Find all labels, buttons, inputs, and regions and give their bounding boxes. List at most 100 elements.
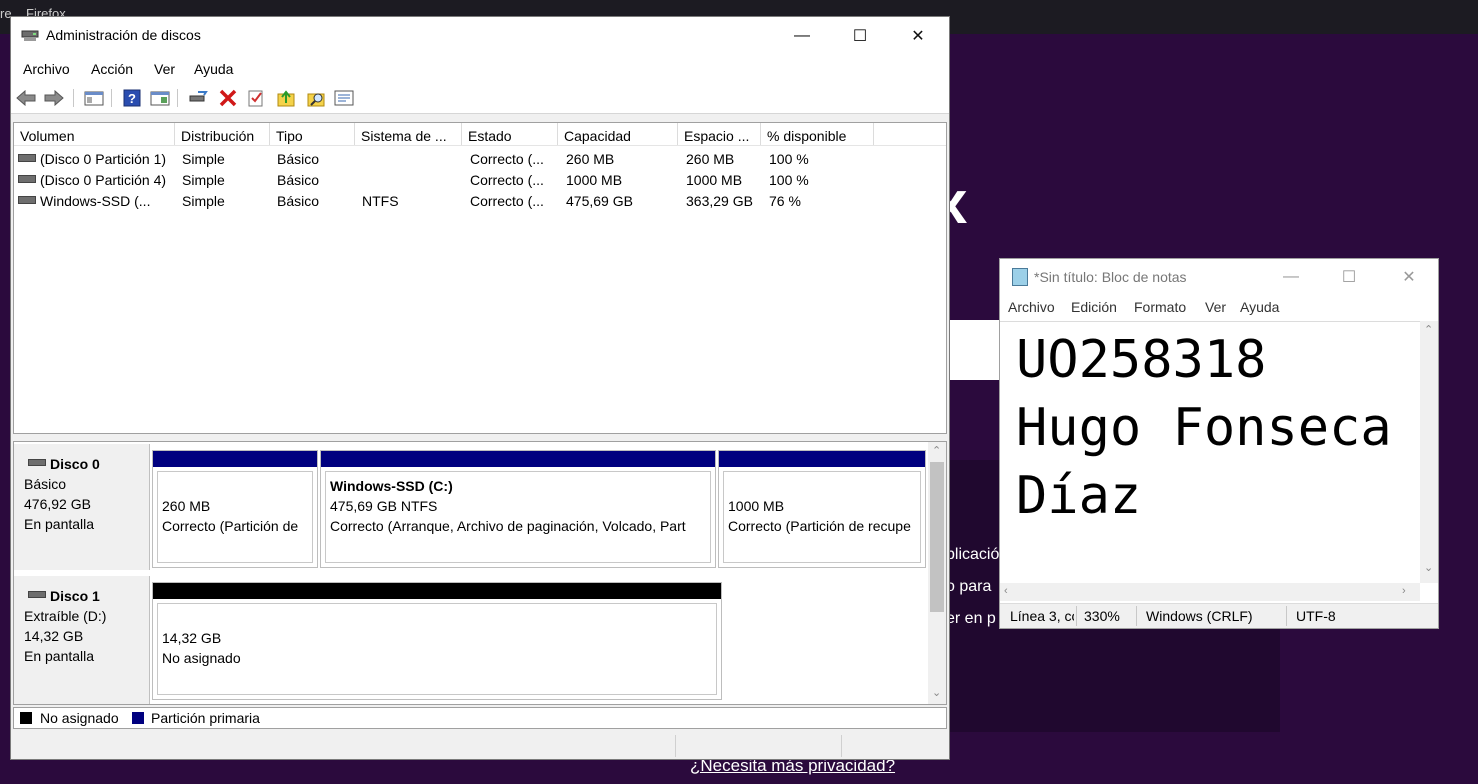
partition-block[interactable]: 14,32 GB No asignado	[152, 582, 722, 700]
scroll-up-icon[interactable]: ⌃	[932, 444, 941, 457]
scroll-left-icon[interactable]: ‹	[1004, 585, 1008, 597]
disk-size: 14,32 GB	[24, 628, 84, 644]
disk-1-name: Disco 1	[24, 586, 149, 606]
svg-text:?: ?	[128, 91, 136, 106]
private-info-text: o para	[946, 578, 992, 595]
menu-archivo[interactable]: Archivo	[23, 61, 70, 77]
disk-management-icon	[21, 30, 39, 41]
volume-cell: (Disco 0 Partición 1)	[18, 149, 173, 170]
check-icon[interactable]	[245, 87, 267, 109]
column-header[interactable]: Capacidad	[558, 123, 678, 145]
volume-cell: Windows-SSD (...	[18, 191, 173, 212]
menu-accion[interactable]: Acción	[91, 61, 133, 77]
column-header[interactable]: Volumen	[14, 123, 175, 145]
scroll-up-icon[interactable]: ⌃	[1424, 323, 1433, 336]
menu-ver[interactable]: Ver	[154, 61, 175, 77]
connect-icon[interactable]	[187, 87, 209, 109]
close-button[interactable]: ✕	[1386, 259, 1432, 295]
partition-block[interactable]: Windows-SSD (C:) 475,69 GB NTFS Correcto…	[320, 450, 716, 568]
table-row[interactable]: Windows-SSD (... Simple Básico NTFS Corr…	[14, 191, 946, 212]
type-cell: Básico	[277, 193, 320, 209]
volume-name: Windows-SSD (...	[40, 193, 151, 209]
column-header[interactable]: Estado	[462, 123, 558, 145]
type-cell: Básico	[277, 151, 320, 167]
menu-ayuda[interactable]: Ayuda	[194, 61, 233, 77]
menu-ayuda[interactable]: Ayuda	[1240, 299, 1279, 315]
partition-status: No asignado	[162, 650, 241, 666]
notepad-content[interactable]: UO258318 Hugo Fonseca Díaz	[1016, 326, 1392, 530]
partition-block[interactable]: 260 MB Correcto (Partición de	[152, 450, 318, 568]
notepad-horizontal-scrollbar[interactable]: ‹ ›	[1000, 583, 1420, 601]
primary-swatch	[132, 712, 144, 724]
disk-name: Disco 0	[50, 456, 100, 472]
drive-icon	[18, 175, 36, 184]
maximize-button[interactable]: ☐	[837, 17, 883, 55]
column-header[interactable]: % disponible	[761, 123, 874, 145]
scroll-right-icon[interactable]: ›	[1402, 585, 1406, 597]
disk-1-label[interactable]: Disco 1 Extraíble (D:) 14,32 GB En panta…	[14, 576, 150, 704]
search-folder-icon[interactable]	[305, 87, 327, 109]
properties-icon[interactable]	[149, 87, 171, 109]
table-row[interactable]: (Disco 0 Partición 1) Simple Básico Corr…	[14, 149, 946, 170]
column-header[interactable]: Distribución	[175, 123, 270, 145]
partition-details: 14,32 GB No asignado	[157, 603, 717, 695]
menu-archivo[interactable]: Archivo	[1008, 299, 1055, 315]
status-cell: Correcto (...	[470, 193, 544, 209]
notepad-icon	[1012, 268, 1028, 286]
notepad-window: *Sin título: Bloc de notas — ☐ ✕ Archivo…	[999, 258, 1439, 629]
free-cell: 260 MB	[686, 151, 735, 167]
delete-icon[interactable]	[217, 87, 239, 109]
column-header[interactable]: Sistema de ...	[355, 123, 462, 145]
disk-state: En pantalla	[24, 648, 95, 664]
scrollbar-thumb[interactable]	[930, 462, 944, 612]
private-info-text: plicació	[946, 546, 1000, 563]
table-row[interactable]: (Disco 0 Partición 4) Simple Básico Corr…	[14, 170, 946, 191]
disk-name: Disco 1	[50, 588, 100, 604]
partition-details: 260 MB Correcto (Partición de	[157, 471, 313, 563]
browser-search-bar-fragment[interactable]	[946, 320, 1006, 380]
cursor-position: Línea 3, co	[1010, 608, 1074, 624]
menu-formato[interactable]: Formato	[1134, 299, 1186, 315]
graph-scrollbar[interactable]: ⌃ ⌄	[928, 442, 946, 704]
partition-title: Windows-SSD (C:)	[330, 478, 453, 494]
partition-title	[728, 476, 920, 496]
close-button[interactable]: ✕	[895, 17, 941, 55]
partition-color-bar	[321, 451, 715, 467]
notepad-vertical-scrollbar[interactable]: ⌃ ⌄	[1420, 321, 1438, 583]
scroll-down-icon[interactable]: ⌄	[932, 686, 941, 699]
pct-cell: 100 %	[769, 172, 809, 188]
console-tree-icon[interactable]	[83, 87, 105, 109]
back-icon[interactable]	[15, 87, 37, 109]
partition-color-bar	[719, 451, 925, 467]
menu-bar: Archivo Acción Ver Ayuda	[11, 55, 949, 83]
menu-edicion[interactable]: Edición	[1071, 299, 1117, 315]
forward-icon[interactable]	[43, 87, 65, 109]
disk-management-window: Administración de discos — ☐ ✕ Archivo A…	[10, 16, 950, 760]
partition-title	[162, 608, 716, 628]
free-cell: 363,29 GB	[686, 193, 753, 209]
notepad-text-area[interactable]: UO258318 Hugo Fonseca Díaz	[1000, 321, 1420, 584]
column-header[interactable]: Espacio ...	[678, 123, 761, 145]
help-icon[interactable]: ?	[121, 87, 143, 109]
status-cell: Correcto (...	[470, 151, 544, 167]
title-bar: Administración de discos — ☐ ✕	[11, 17, 949, 55]
layout-cell: Simple	[182, 151, 225, 167]
free-cell: 1000 MB	[686, 172, 743, 188]
status-cell: Correcto (...	[470, 172, 544, 188]
scroll-down-icon[interactable]: ⌄	[1424, 561, 1433, 574]
settings-list-icon[interactable]	[333, 87, 355, 109]
fs-cell: NTFS	[362, 193, 399, 209]
partition-block[interactable]: 1000 MB Correcto (Partición de recupe	[718, 450, 926, 568]
minimize-button[interactable]: —	[779, 17, 825, 55]
partition-title	[162, 476, 312, 496]
disk-0-label[interactable]: Disco 0 Básico 476,92 GB En pantalla	[14, 444, 150, 570]
minimize-button[interactable]: —	[1268, 259, 1314, 295]
maximize-button[interactable]: ☐	[1326, 259, 1372, 295]
column-header[interactable]: Tipo	[270, 123, 355, 145]
partition-size: 1000 MB	[728, 498, 785, 514]
disk-0-name: Disco 0	[24, 454, 149, 474]
legend-primary: Partición primaria	[151, 710, 260, 726]
menu-ver[interactable]: Ver	[1205, 299, 1226, 315]
folder-up-icon[interactable]	[275, 87, 297, 109]
volume-name: (Disco 0 Partición 4)	[40, 172, 167, 188]
